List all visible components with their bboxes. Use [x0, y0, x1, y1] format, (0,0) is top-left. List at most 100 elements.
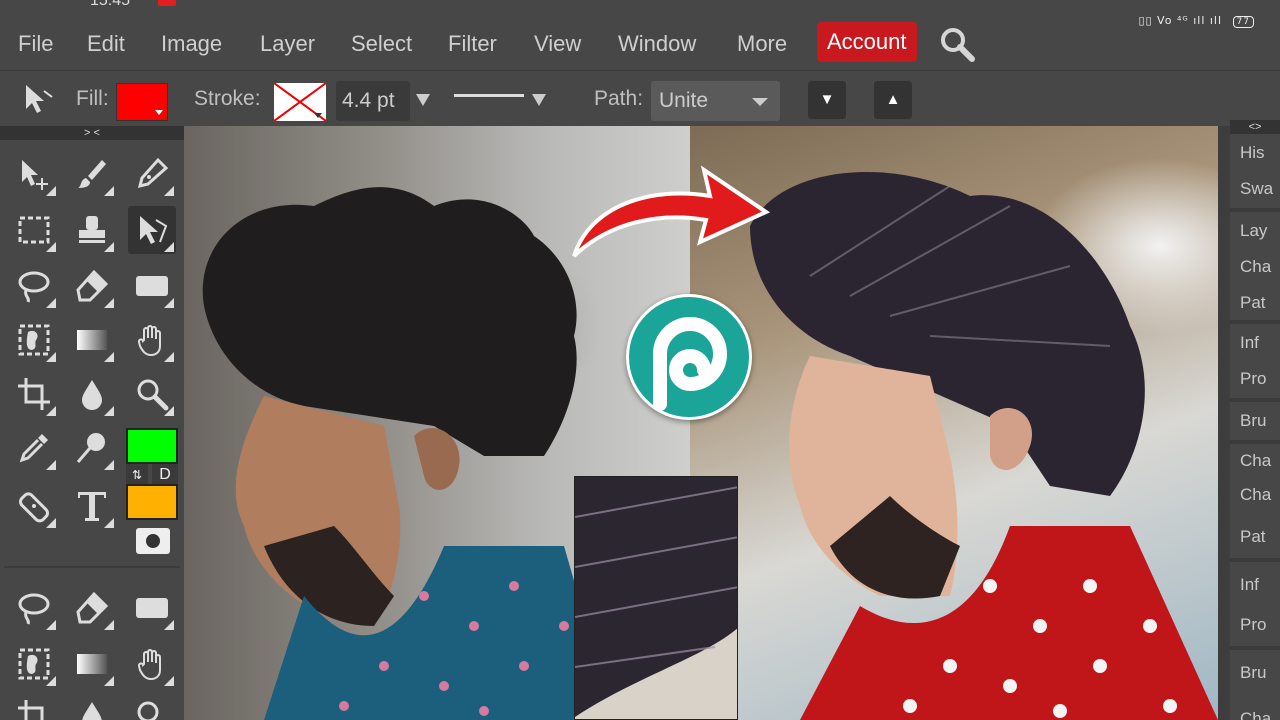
tools-divider: [4, 566, 180, 568]
swap-colors-icon[interactable]: ⇅: [126, 464, 148, 486]
tab-history[interactable]: His: [1230, 136, 1280, 170]
tab-paths[interactable]: Pat: [1230, 286, 1280, 320]
blur-tool-icon[interactable]: [68, 692, 116, 720]
fill-label: Fill:: [76, 87, 109, 110]
right-panel-toggle[interactable]: <>: [1230, 120, 1280, 134]
right-panel: <> His Swa Lay Cha Pat Inf Pro Bru Cha C…: [1230, 120, 1280, 720]
stroke-width-input[interactable]: 4.4 pt: [336, 81, 410, 121]
eyedropper-tool-icon[interactable]: [10, 424, 58, 472]
menu-more[interactable]: More: [737, 28, 787, 60]
stamp-tool-icon[interactable]: [68, 206, 116, 254]
stroke-style-dropdown-icon[interactable]: [532, 94, 546, 106]
tool-corner-icon: [164, 186, 174, 196]
direct-select-tool-icon[interactable]: [128, 206, 176, 254]
type-tool-icon[interactable]: [68, 482, 116, 530]
healing-tool-icon[interactable]: [10, 482, 58, 530]
menu-edit[interactable]: Edit: [87, 28, 125, 60]
tab-channels[interactable]: Cha: [1230, 250, 1280, 284]
rectangle-shape-tool-icon[interactable]: [128, 584, 176, 632]
marquee-tool-icon[interactable]: [10, 206, 58, 254]
blur-tool-icon[interactable]: [68, 370, 116, 418]
quick-select-tool-icon[interactable]: [10, 316, 58, 364]
stroke-label: Stroke:: [194, 87, 261, 110]
hair-detail-inset: [574, 476, 738, 720]
tool-corner-icon: [164, 676, 174, 686]
menu-file[interactable]: File: [18, 28, 53, 60]
stroke-color-swatch[interactable]: [274, 83, 326, 121]
document-canvas[interactable]: [184, 126, 1218, 720]
tool-corner-icon: [104, 518, 114, 528]
menu-filter[interactable]: Filter: [448, 28, 497, 60]
tab-character-3[interactable]: Cha: [1230, 702, 1280, 720]
tool-corner-icon: [46, 298, 56, 308]
gradient-tool-icon[interactable]: [68, 316, 116, 364]
canvas-scroll-area[interactable]: [1218, 126, 1230, 720]
search-icon[interactable]: [938, 26, 976, 62]
tab-brush[interactable]: Bru: [1230, 404, 1280, 438]
lasso-tool-icon[interactable]: [10, 584, 58, 632]
tool-corner-icon: [46, 518, 56, 528]
tool-corner-icon: [46, 352, 56, 362]
eraser-tool-icon[interactable]: [68, 584, 116, 632]
dodge-tool-icon[interactable]: [68, 424, 116, 472]
status-time: 15:45: [90, 0, 131, 9]
tab-character[interactable]: Cha: [1230, 444, 1280, 478]
background-color-swatch[interactable]: [126, 484, 178, 520]
menu-window[interactable]: Window: [618, 28, 696, 60]
menu-select[interactable]: Select: [351, 28, 412, 60]
zoom-tool-icon[interactable]: [128, 692, 176, 720]
tool-corner-icon: [164, 242, 174, 252]
crop-tool-icon[interactable]: [10, 370, 58, 418]
tool-corner-icon: [164, 352, 174, 362]
tools-collapse-toggle[interactable]: > <: [0, 126, 184, 140]
menu-layer[interactable]: Layer: [260, 28, 315, 60]
tab-paths-2[interactable]: Pat: [1230, 520, 1280, 554]
menu-view[interactable]: View: [534, 28, 581, 60]
stroke-width-dropdown-icon[interactable]: [416, 94, 430, 106]
tab-layers[interactable]: Lay: [1230, 214, 1280, 248]
pen-tool-icon[interactable]: [128, 150, 176, 198]
tab-swatches[interactable]: Swa: [1230, 172, 1280, 206]
tab-brush-2[interactable]: Bru: [1230, 656, 1280, 690]
quick-mask-button[interactable]: [136, 528, 170, 554]
brush-tool-icon[interactable]: [68, 150, 116, 198]
move-up-button[interactable]: ▲: [874, 81, 912, 119]
tab-character-2[interactable]: Cha: [1230, 478, 1280, 512]
red-arrow-graphic: [572, 165, 770, 258]
fill-color-swatch[interactable]: [116, 83, 168, 121]
crop-tool-icon[interactable]: [10, 692, 58, 720]
photopea-app: 15:45 ▯▯ Vo ⁴ᴳ ıll ıll 77 File Edit Imag…: [0, 0, 1280, 720]
tool-corner-icon: [164, 406, 174, 416]
foreground-color-swatch[interactable]: [126, 428, 178, 464]
panel-separator: [1230, 646, 1280, 650]
account-button[interactable]: Account: [817, 22, 917, 62]
gradient-tool-icon[interactable]: [68, 640, 116, 688]
hand-tool-icon[interactable]: [128, 640, 176, 688]
tool-corner-icon: [46, 406, 56, 416]
panel-separator: [1230, 320, 1280, 324]
photopea-logo-icon: [626, 294, 752, 420]
tool-corner-icon: [104, 620, 114, 630]
quick-select-tool-icon[interactable]: [10, 640, 58, 688]
lasso-tool-icon[interactable]: [10, 262, 58, 310]
hand-tool-icon[interactable]: [128, 316, 176, 364]
tab-info[interactable]: Inf: [1230, 326, 1280, 360]
path-operation-select[interactable]: Unite: [651, 81, 780, 121]
tab-properties-2[interactable]: Pro: [1230, 608, 1280, 642]
tool-corner-icon: [104, 676, 114, 686]
default-colors-button[interactable]: D: [152, 464, 178, 486]
zoom-tool-icon[interactable]: [128, 370, 176, 418]
tool-corner-icon: [46, 460, 56, 470]
stroke-style-preview[interactable]: [454, 94, 524, 97]
path-select-tool-icon[interactable]: [14, 75, 62, 123]
menu-image[interactable]: Image: [161, 28, 222, 60]
move-tool-icon[interactable]: [10, 150, 58, 198]
tool-corner-icon: [46, 676, 56, 686]
battery-icon: 77: [1232, 16, 1254, 28]
tab-properties[interactable]: Pro: [1230, 362, 1280, 396]
tab-info-2[interactable]: Inf: [1230, 568, 1280, 602]
rectangle-shape-tool-icon[interactable]: [128, 262, 176, 310]
move-down-button[interactable]: ▼: [808, 81, 846, 119]
tool-corner-icon: [104, 460, 114, 470]
eraser-tool-icon[interactable]: [68, 262, 116, 310]
